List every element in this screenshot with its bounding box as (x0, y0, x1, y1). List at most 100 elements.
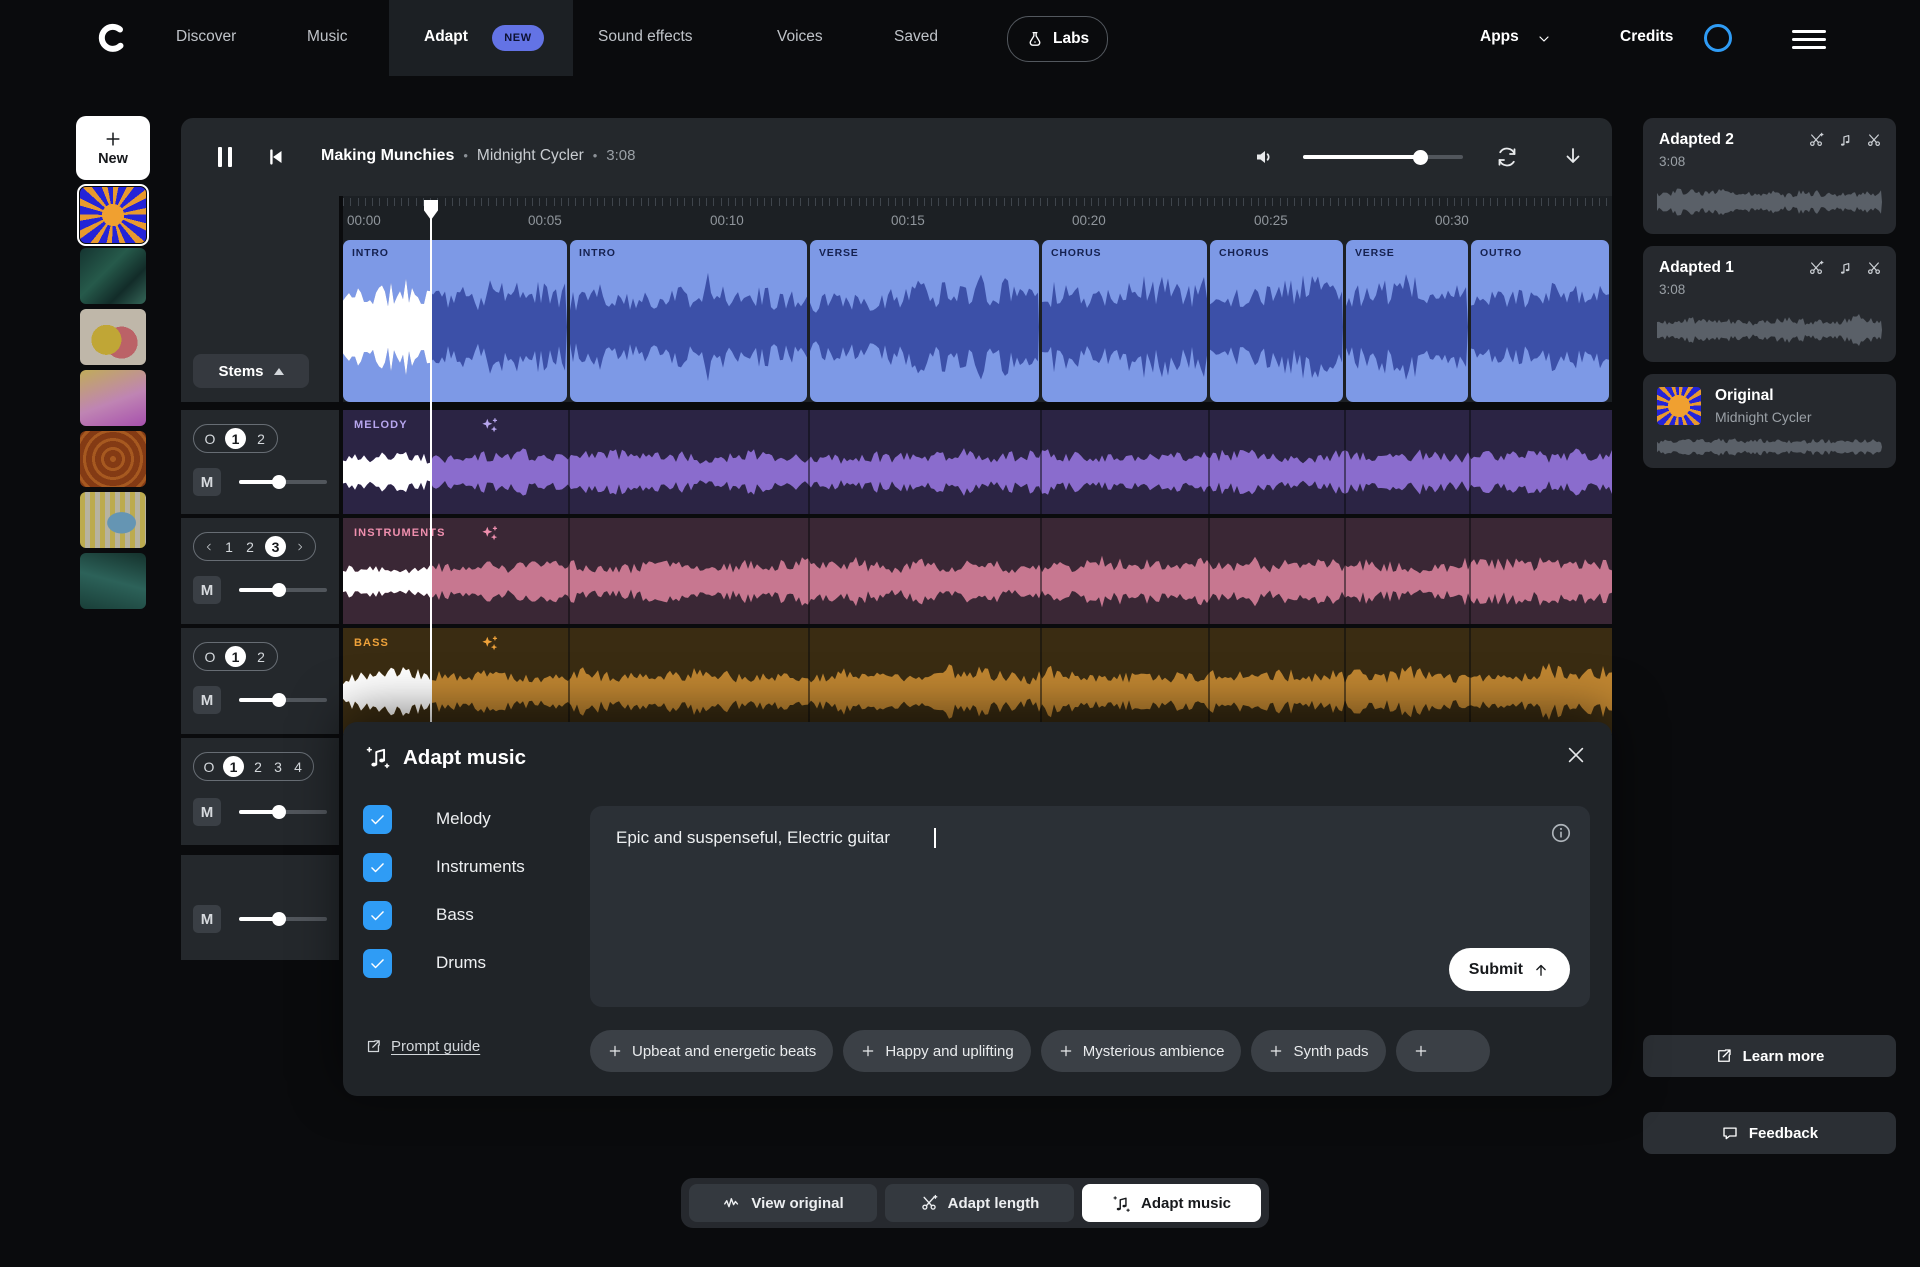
time-ruler[interactable]: 00:00 00:05 00:10 00:15 00:20 00:25 00:3… (343, 196, 1612, 240)
hamburger-menu-icon[interactable] (1792, 30, 1826, 49)
melody-version-1-selected[interactable]: 1 (225, 428, 246, 449)
drums-version-2[interactable]: 2 (252, 759, 264, 775)
section-intro-1[interactable]: INTRO (343, 240, 567, 402)
track-thumbnail-2[interactable] (80, 248, 146, 304)
master-mute-button[interactable]: M (193, 905, 221, 933)
section-chorus-2[interactable]: CHORUS (1210, 240, 1343, 402)
instruments-version-2[interactable]: 2 (244, 539, 256, 555)
prompt-guide-link[interactable]: Prompt guide (365, 1038, 480, 1055)
chip-partial[interactable] (1396, 1030, 1490, 1072)
section-verse-1[interactable]: VERSE (810, 240, 1039, 402)
app-logo-icon[interactable] (96, 22, 128, 54)
track-thumbnail-4[interactable] (80, 370, 146, 426)
bass-version-1-selected[interactable]: 1 (225, 646, 246, 667)
section-chorus-1[interactable]: CHORUS (1042, 240, 1207, 402)
melody-version-selector[interactable]: O 1 2 (193, 424, 278, 453)
stems-toggle-button[interactable]: Stems (193, 354, 309, 388)
chip-happy[interactable]: Happy and uplifting (843, 1030, 1030, 1072)
adapt-music-icon[interactable] (1837, 132, 1853, 148)
bass-checkbox[interactable] (363, 901, 392, 930)
drums-checkbox[interactable] (363, 949, 392, 978)
instruments-version-3-selected[interactable]: 3 (265, 536, 286, 557)
prompt-input[interactable]: Epic and suspenseful, Electric guitar Su… (590, 806, 1590, 1007)
loop-icon[interactable] (1495, 145, 1519, 169)
melody-volume-knob[interactable] (272, 475, 286, 489)
nav-item-saved[interactable]: Saved (894, 28, 938, 46)
adapt-music-icon[interactable] (1837, 260, 1853, 276)
bass-version-2[interactable]: 2 (255, 649, 267, 665)
bass-volume-knob[interactable] (272, 693, 286, 707)
apps-menu[interactable]: Apps (1480, 28, 1519, 46)
chip-mysterious[interactable]: Mysterious ambience (1041, 1030, 1242, 1072)
melody-version-2[interactable]: 2 (255, 431, 267, 447)
pause-button[interactable] (218, 147, 232, 167)
drums-version-3[interactable]: 3 (272, 759, 284, 775)
chevron-left-icon[interactable] (204, 542, 214, 552)
bass-track[interactable]: BASS (343, 628, 1612, 734)
original-card[interactable]: Original Midnight Cycler (1643, 374, 1896, 468)
chip-upbeat[interactable]: Upbeat and energetic beats (590, 1030, 833, 1072)
track-thumbnail-1-selected[interactable] (80, 187, 146, 243)
melody-version-o[interactable]: O (204, 431, 216, 447)
melody-checkbox[interactable] (363, 805, 392, 834)
playhead-line[interactable] (430, 201, 432, 736)
instruments-version-1[interactable]: 1 (223, 539, 235, 555)
nav-item-adapt[interactable]: Adapt (424, 28, 468, 46)
instruments-mute-button[interactable]: M (193, 576, 221, 604)
adapt-length-icon[interactable] (1808, 260, 1824, 276)
info-icon[interactable] (1550, 822, 1572, 844)
volume-icon[interactable] (1253, 145, 1277, 169)
melody-mute-button[interactable]: M (193, 468, 221, 496)
instruments-track[interactable]: INSTRUMENTS (343, 518, 1612, 624)
instruments-volume-knob[interactable] (272, 583, 286, 597)
drums-mute-button[interactable]: M (193, 798, 221, 826)
nav-item-sound-effects[interactable]: Sound effects (598, 28, 693, 46)
feedback-button[interactable]: Feedback (1643, 1112, 1896, 1154)
arrangement-track[interactable]: INTRO INTRO VERSE CHORUS CHORUS VERS (343, 240, 1612, 402)
section-outro[interactable]: OUTRO (1471, 240, 1609, 402)
adapt-music-button[interactable]: Adapt music (1082, 1184, 1261, 1222)
master-volume-knob[interactable] (272, 912, 286, 926)
nav-item-music[interactable]: Music (307, 28, 347, 46)
credits-ring-icon[interactable] (1704, 24, 1732, 52)
section-verse-2[interactable]: VERSE (1346, 240, 1468, 402)
nav-item-discover[interactable]: Discover (176, 28, 236, 46)
track-thumbnail-5[interactable] (80, 431, 146, 487)
chip-synth-pads[interactable]: Synth pads (1251, 1030, 1385, 1072)
drums-volume-knob[interactable] (272, 805, 286, 819)
credits-label[interactable]: Credits (1620, 28, 1673, 46)
section-intro-2[interactable]: INTRO (570, 240, 807, 402)
skip-to-start-button[interactable] (265, 146, 287, 168)
melody-checkbox-row[interactable]: Melody (363, 804, 392, 834)
labs-button[interactable]: Labs (1007, 16, 1108, 62)
new-project-button[interactable]: New (76, 116, 150, 180)
adapted-1-card[interactable]: Adapted 1 3:08 (1643, 246, 1896, 362)
instruments-version-selector[interactable]: 1 2 3 (193, 532, 316, 561)
learn-more-button[interactable]: Learn more (1643, 1035, 1896, 1077)
drums-version-o[interactable]: O (203, 759, 215, 775)
chevron-right-icon[interactable] (295, 542, 305, 552)
submit-button[interactable]: Submit (1449, 948, 1570, 991)
close-icon[interactable] (1565, 744, 1587, 766)
bass-version-o[interactable]: O (204, 649, 216, 665)
drums-version-selector[interactable]: O 1 2 3 4 (193, 752, 314, 781)
bass-version-selector[interactable]: O 1 2 (193, 642, 278, 671)
drums-checkbox-row[interactable]: Drums (363, 948, 392, 978)
adapted-2-card[interactable]: Adapted 2 3:08 (1643, 118, 1896, 234)
bass-checkbox-row[interactable]: Bass (363, 900, 392, 930)
view-original-button[interactable]: View original (689, 1184, 877, 1222)
chevron-down-icon[interactable] (1536, 31, 1552, 47)
track-thumbnail-6[interactable] (80, 492, 146, 548)
adapt-length-button[interactable]: Adapt length (885, 1184, 1074, 1222)
melody-track[interactable]: MELODY (343, 410, 1612, 514)
timeline-tracks-area[interactable]: 00:00 00:05 00:10 00:15 00:20 00:25 00:3… (343, 196, 1612, 736)
volume-slider-knob[interactable] (1413, 150, 1428, 165)
trim-icon[interactable] (1866, 132, 1882, 148)
instruments-checkbox-row[interactable]: Instruments (363, 852, 392, 882)
adapt-length-icon[interactable] (1808, 132, 1824, 148)
instruments-checkbox[interactable] (363, 853, 392, 882)
bass-mute-button[interactable]: M (193, 686, 221, 714)
track-thumbnail-7[interactable] (80, 553, 146, 609)
track-thumbnail-3[interactable] (80, 309, 146, 365)
trim-icon[interactable] (1866, 260, 1882, 276)
